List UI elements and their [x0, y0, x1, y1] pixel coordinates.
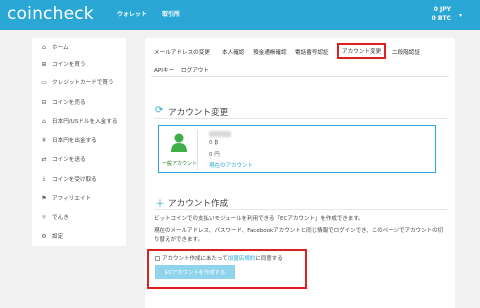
tab-phone-verification[interactable]: 電話番号認証 [295, 48, 329, 56]
account-card-separator [197, 130, 198, 170]
account-balance-btc: 0 ₿ [209, 140, 219, 146]
sidebar-item-deposit[interactable]: ⌂ 日本円/USドルを入金する [32, 113, 126, 129]
merchant-terms-link[interactable]: 加盟店規約 [228, 254, 256, 262]
user-icon [171, 133, 187, 152]
nav-exchange[interactable]: 取引所 [162, 9, 180, 18]
sidebar-item-withdraw[interactable]: ¥ 日本円を出金する [32, 132, 126, 148]
sidebar-item-send[interactable]: ⇄ コインを送る [32, 151, 126, 167]
balance-btc[interactable]: 0 BTC [432, 15, 451, 22]
tab-two-factor[interactable]: 二段階認証 [392, 48, 420, 56]
sidebar-item-buy[interactable]: ⊞ コインを買う [32, 56, 126, 72]
account-balance-jpy: 0 円 [209, 152, 220, 158]
sidebar-item-label: コインを売る [52, 100, 86, 106]
sidebar-item-home[interactable]: ⌂ ホーム [32, 39, 126, 55]
sidebar-item-settings[interactable]: ⚙ 設定 [32, 228, 126, 244]
sidebar-item-label: 設定 [52, 234, 64, 240]
home-icon: ⌂ [42, 43, 46, 51]
account-create-title: アカウント作成 [168, 199, 229, 209]
tab-identity-verification[interactable]: 本人確認 [222, 48, 244, 56]
sidebar-item-label: 日本円/USドルを入金する [52, 119, 118, 125]
account-change-title: アカウント変更 [168, 108, 229, 118]
sidebar-item-label: 日本円を出金する [52, 138, 97, 144]
logo[interactable]: coincheck [7, 4, 94, 24]
sidebar-item-label: コインを買う [52, 62, 86, 68]
sidebar-item-label: ホーム [52, 45, 69, 51]
main-panel: メールアドレスの変更 本人確認 預金通帳確認 電話番号認証 アカウント変更 二段… [145, 38, 455, 308]
sidebar-item-label: コインを送る [52, 157, 86, 163]
tab-passbook-verification[interactable]: 預金通帳確認 [253, 48, 287, 56]
tab-api-key[interactable]: APIキー [154, 66, 174, 74]
bank-icon: ⌂ [42, 117, 46, 125]
current-account-link[interactable]: 現在のアカウント [209, 161, 253, 169]
affiliate-icon: ⚑ [41, 194, 47, 202]
sidebar-item-label: コインを受け取る [52, 177, 97, 183]
tab-account-change[interactable]: アカウント変更 [337, 43, 387, 59]
tab-email-change[interactable]: メールアドレスの変更 [154, 48, 210, 56]
top-bar: coincheck ウォレット 取引所 0 JPY 0 BTC ▾ [0, 0, 480, 30]
sidebar-item-sell[interactable]: ⊟ コインを売る [32, 94, 126, 110]
tab-logout[interactable]: ログアウト [181, 66, 209, 74]
sidebar-item-label: でんき [52, 215, 69, 221]
chevron-down-icon[interactable]: ▾ [459, 12, 462, 19]
account-create-description: ビットコインでの支払いモジュールを利用できる「ECアカウント」を作成できます。 [154, 216, 364, 222]
gear-icon: ⚙ [41, 232, 47, 240]
nav-wallet[interactable]: ウォレット [117, 9, 147, 18]
sidebar-item-receive[interactable]: ⤓ コインを受け取る [32, 171, 126, 187]
section-divider [154, 118, 447, 119]
terms-agreement-row[interactable]: アカウント作成にあたって 加盟店規約 に同意する [155, 254, 283, 262]
terms-text-prefix: アカウント作成にあたって [162, 256, 228, 262]
sidebar-item-credit-card[interactable]: ▭ クレジットカードで買う [32, 74, 126, 90]
sidebar: ⌂ ホーム ⊞ コインを買う ▭ クレジットカードで買う ⊟ コインを売る ⌂ … [32, 38, 126, 246]
account-name [209, 131, 231, 138]
balance-jpy[interactable]: 0 JPY [434, 6, 451, 13]
lightbulb-icon: ☼ [41, 213, 47, 221]
sell-icon: ⊟ [41, 98, 47, 106]
sidebar-item-denki[interactable]: ☼ でんき [32, 209, 126, 225]
account-card[interactable]: 一般アカウント 0 ₿ 0 円 現在のアカウント [158, 125, 436, 173]
terms-text-suffix: に同意する [255, 256, 283, 262]
credit-card-icon: ▭ [41, 78, 47, 86]
receive-icon: ⤓ [42, 175, 46, 182]
plus-icon: ＋ [155, 199, 165, 210]
create-ec-account-button[interactable]: ECアカウントを作成する [155, 265, 235, 279]
send-icon: ⇄ [41, 155, 47, 163]
yen-icon: ¥ [42, 136, 46, 144]
terms-checkbox[interactable] [155, 255, 160, 261]
section-divider [154, 209, 447, 210]
sidebar-item-label: クレジットカードで買う [52, 80, 114, 86]
cart-icon: ⊞ [41, 60, 47, 68]
account-type-label: 一般アカウント [162, 161, 198, 167]
sidebar-item-affiliate[interactable]: ⚑ アフィリエイト [32, 190, 126, 206]
sidebar-item-label: アフィリエイト [52, 196, 92, 202]
tab-divider [151, 76, 449, 77]
account-create-note: 現在のメールアドレス、パスワード、Facebookアカウントと同じ情報でログイン… [154, 228, 444, 243]
refresh-icon: ⟳ [155, 105, 164, 116]
